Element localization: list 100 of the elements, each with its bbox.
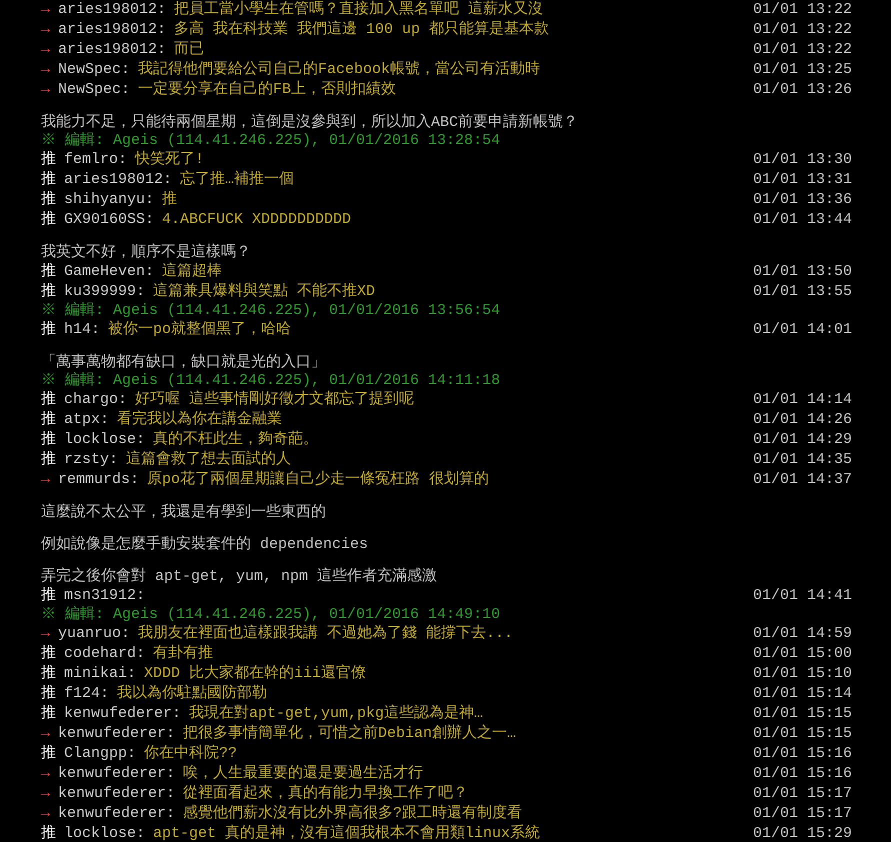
timestamp: 01/01 14:59 bbox=[753, 624, 854, 644]
push-tag: 推 bbox=[41, 318, 56, 342]
timestamp: 01/01 15:15 bbox=[753, 704, 854, 724]
timestamp: 01/01 13:22 bbox=[753, 40, 854, 60]
comment-text: 推 bbox=[162, 190, 178, 210]
timestamp: 01/01 13:30 bbox=[753, 150, 854, 170]
comment-text: 我現在對apt-get,yum,pkg這些認為是神… bbox=[189, 704, 484, 724]
timestamp: 01/01 15:16 bbox=[753, 744, 854, 764]
timestamp: 01/01 13:31 bbox=[753, 170, 854, 190]
article-line: 「萬事萬物都有缺口，缺口就是光的入口」 bbox=[41, 352, 326, 372]
timestamp: 01/01 14:14 bbox=[753, 390, 854, 410]
arrow-tag: → bbox=[41, 782, 50, 806]
push-tag: 推 bbox=[41, 822, 56, 842]
push-tag: 推 bbox=[41, 584, 56, 608]
article-line: 我英文不好，順序不是這樣嗎？ bbox=[41, 242, 251, 262]
comment-text: 唉，人生最重要的還是要過生活才行 bbox=[183, 764, 424, 784]
user-id: aries198012: bbox=[58, 0, 166, 20]
timestamp: 01/01 15:10 bbox=[753, 664, 854, 684]
user-id: locklose: bbox=[64, 430, 146, 450]
timestamp: 01/01 13:22 bbox=[753, 0, 854, 20]
arrow-tag: → bbox=[41, 762, 50, 786]
user-id: kenwufederer: bbox=[58, 724, 176, 744]
user-id: shihyanyu: bbox=[64, 190, 154, 210]
push-tag: 推 bbox=[41, 662, 56, 686]
comment-text: 把員工當小學生在管嗎？直接加入黑名單吧 這薪水又沒 bbox=[174, 0, 544, 20]
push-tag: 推 bbox=[41, 388, 56, 412]
push-tag: 推 bbox=[41, 642, 56, 666]
arrow-tag: → bbox=[41, 722, 50, 746]
comment-text: apt-get 真的是神，沒有這個我根本不會用類linux系統 bbox=[153, 824, 540, 842]
edit-note: ※ 編輯: Ageis (114.41.246.225), 01/01/2016 14:49:10 bbox=[41, 604, 500, 624]
timestamp: 01/01 13:55 bbox=[753, 282, 854, 302]
comment-text: 你在中科院?? bbox=[144, 744, 238, 764]
arrow-tag: → bbox=[41, 468, 50, 492]
timestamp: 01/01 15:00 bbox=[753, 644, 854, 664]
comment-text: 這篇會救了想去面試的人 bbox=[126, 450, 292, 470]
timestamp: 01/01 15:14 bbox=[753, 684, 854, 704]
comment-text: 好巧喔 這些事情剛好徵才文都忘了提到呢 bbox=[135, 389, 414, 410]
timestamp: 01/01 14:01 bbox=[753, 320, 854, 340]
user-id: h14: bbox=[64, 320, 100, 340]
push-tag: 推 bbox=[41, 148, 56, 172]
user-id: minikai: bbox=[64, 664, 136, 684]
comment-text: 忘了推…補推一個 bbox=[180, 169, 294, 190]
user-id: aries198012: bbox=[58, 20, 166, 40]
comment-text: 真的不枉此生，夠奇葩。 bbox=[153, 430, 318, 450]
push-tag: 推 bbox=[41, 168, 56, 192]
arrow-tag: → bbox=[41, 0, 50, 22]
comment-text: 快笑死了! bbox=[135, 150, 204, 170]
user-id: yuanruo: bbox=[58, 624, 130, 644]
timestamp: 01/01 15:16 bbox=[753, 764, 854, 784]
comment-text: 從裡面看起來，真的有能力早換工作了吧？ bbox=[183, 784, 468, 804]
timestamp: 01/01 13:26 bbox=[753, 80, 854, 100]
article-line: 弄完之後你會對 apt-get, yum, npm 這些作者充滿感激 bbox=[41, 566, 438, 587]
timestamp: 01/01 14:26 bbox=[753, 410, 854, 430]
user-id: locklose: bbox=[64, 824, 146, 842]
timestamp: 01/01 13:22 bbox=[753, 20, 854, 40]
comment-text: 而已 bbox=[174, 40, 204, 60]
user-id: aries198012: bbox=[58, 40, 166, 60]
user-id: msn31912: bbox=[64, 586, 146, 606]
comment-text: 這篇兼具爆料與笑點 不能不推XD bbox=[153, 282, 376, 302]
comment-text: 看完我以為你在講金融業 bbox=[117, 409, 282, 430]
timestamp: 01/01 15:15 bbox=[753, 724, 854, 744]
push-tag: 推 bbox=[41, 408, 56, 432]
user-id: aries198012: bbox=[64, 170, 172, 190]
push-tag: 推 bbox=[41, 188, 56, 212]
comment-text: 原po花了兩個星期讓自己少走一條冤枉路 很划算的 bbox=[147, 470, 490, 490]
timestamp: 01/01 14:41 bbox=[753, 586, 854, 606]
comment-text: 多高 我在科技業 我們這邊 100 up 都只能算是基本款 bbox=[174, 19, 550, 40]
edit-note: ※ 編輯: Ageis (114.41.246.225), 01/01/2016 13:28:54 bbox=[41, 130, 500, 150]
comment-text: 把很多事情簡單化，可惜之前Debian創辦人之一… bbox=[183, 723, 516, 744]
user-id: remmurds: bbox=[58, 470, 140, 490]
arrow-tag: → bbox=[41, 38, 50, 62]
arrow-tag: → bbox=[41, 622, 50, 646]
push-tag: 推 bbox=[41, 208, 56, 232]
article-line: 例如說像是怎麼手動安裝套件的 dependencies bbox=[41, 534, 368, 555]
push-tag: 推 bbox=[41, 682, 56, 706]
user-id: NewSpec: bbox=[58, 60, 130, 80]
arrow-tag: → bbox=[41, 802, 50, 826]
timestamp: 01/01 14:29 bbox=[753, 430, 854, 450]
comment-text: XDDD 比大家都在幹的iii還官僚 bbox=[144, 663, 366, 684]
user-id: Clangpp: bbox=[64, 744, 136, 764]
timestamp: 01/01 14:35 bbox=[753, 450, 854, 470]
arrow-tag: → bbox=[41, 78, 50, 102]
edit-note: ※ 編輯: Ageis (114.41.246.225), 01/01/2016 14:11:18 bbox=[41, 370, 500, 390]
push-tag: 推 bbox=[41, 428, 56, 452]
user-id: f124: bbox=[64, 684, 110, 704]
user-id: ku399999: bbox=[64, 282, 146, 302]
user-id: kenwufederer: bbox=[58, 764, 176, 784]
user-id: codehard: bbox=[64, 644, 146, 664]
push-tag: 推 bbox=[41, 448, 56, 472]
comment-text: 被你一po就整個黑了，哈哈 bbox=[108, 320, 292, 340]
push-tag: 推 bbox=[41, 742, 56, 766]
user-id: atpx: bbox=[64, 410, 110, 430]
user-id: kenwufederer: bbox=[58, 804, 176, 824]
comment-text: 4.ABCFUCK XDDDDDDDDDD bbox=[162, 210, 352, 230]
timestamp: 01/01 13:50 bbox=[753, 262, 854, 282]
user-id: chargo: bbox=[64, 390, 128, 410]
timestamp: 01/01 15:29 bbox=[753, 824, 854, 842]
user-id: GX90160SS: bbox=[64, 210, 154, 230]
timestamp: 01/01 13:44 bbox=[753, 210, 854, 230]
comment-text: 一定要分享在自己的FB上，否則扣績效 bbox=[138, 79, 396, 100]
